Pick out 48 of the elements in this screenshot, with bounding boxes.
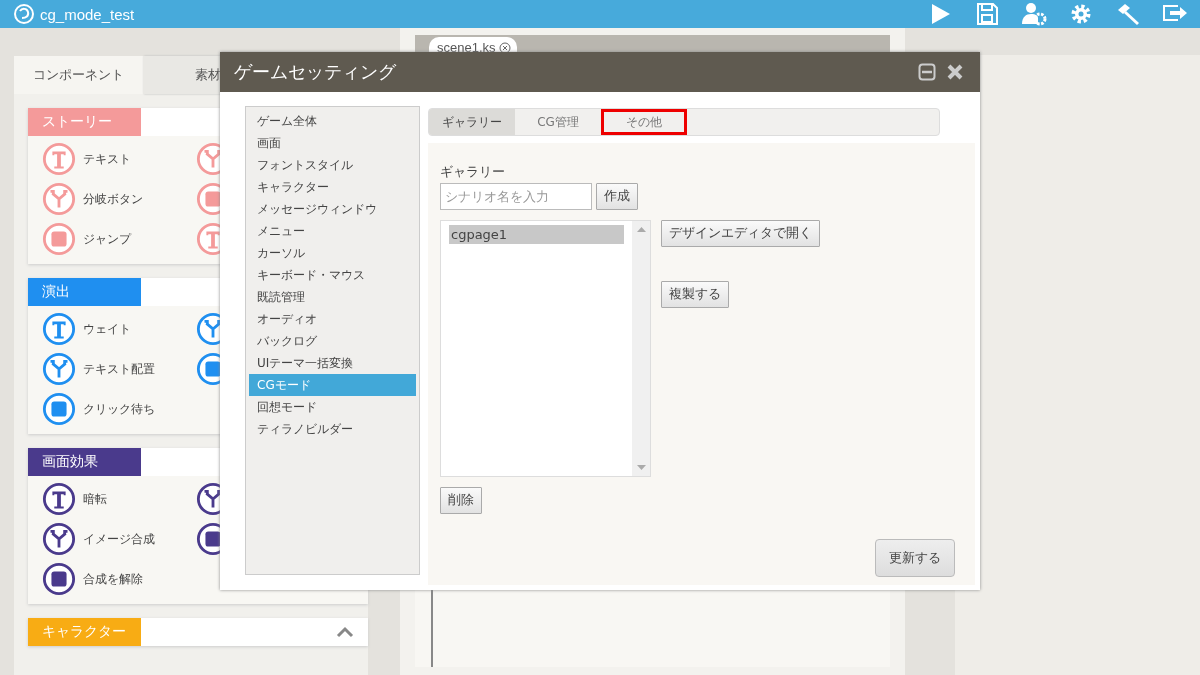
project-title: cg_mode_test (40, 5, 135, 23)
settings-tab[interactable]: その他 (601, 109, 687, 135)
menu-item[interactable]: 回想モード (249, 396, 416, 418)
menu-item[interactable]: 画面 (249, 132, 416, 154)
round-icon[interactable] (42, 562, 76, 596)
section-title[interactable]: 画面効果 (28, 448, 141, 476)
section-heading: ギャラリー (440, 163, 506, 181)
settings-tab[interactable]: ギャラリー (429, 109, 515, 135)
menu-item[interactable]: キャラクター (249, 176, 416, 198)
scroll-up-icon[interactable] (636, 227, 646, 232)
menu-item[interactable]: UIテーマ一括変換 (249, 352, 416, 374)
component-label[interactable]: 分岐ボタン (83, 190, 143, 208)
component-label[interactable]: ジャンプ (83, 230, 131, 248)
component-label[interactable]: イメージ合成 (83, 530, 155, 548)
minimize-icon[interactable] (918, 63, 936, 81)
menu-item[interactable]: メニュー (249, 220, 416, 242)
component-label[interactable]: テキスト (83, 150, 131, 168)
menu-item[interactable]: カーソル (249, 242, 416, 264)
component-label[interactable]: 暗転 (83, 490, 107, 508)
component-label[interactable]: クリック待ち (83, 400, 155, 418)
component-label[interactable]: テキスト配置 (83, 360, 155, 378)
menu-item[interactable]: キーボード・マウス (249, 264, 416, 286)
close-icon[interactable] (498, 41, 511, 54)
round-icon[interactable] (42, 482, 76, 516)
menu-item[interactable]: フォントスタイル (249, 154, 416, 176)
menu-item[interactable]: バックログ (249, 330, 416, 352)
scroll-down-icon[interactable] (636, 465, 646, 470)
create-button[interactable]: 作成 (596, 183, 638, 210)
duplicate-button[interactable]: 複製する (661, 281, 729, 308)
chevron-up-icon[interactable] (336, 626, 354, 638)
menu-item[interactable]: 既読管理 (249, 286, 416, 308)
round-icon[interactable] (42, 522, 76, 556)
update-button[interactable]: 更新する (875, 539, 955, 577)
user-gear-icon[interactable] (1021, 2, 1047, 26)
logo-icon (14, 4, 34, 24)
menu-item[interactable]: ティラノビルダー (249, 418, 416, 440)
menu-item[interactable]: ゲーム全体 (249, 110, 416, 132)
menu-item[interactable]: メッセージウィンドウ (249, 198, 416, 220)
page-item[interactable]: cgpage1 (449, 225, 624, 244)
component-label[interactable]: 合成を解除 (83, 570, 143, 588)
delete-button[interactable]: 削除 (440, 487, 482, 514)
component-label[interactable]: ウェイト (83, 320, 131, 338)
panel-tab[interactable]: コンポーネント (14, 56, 143, 94)
open-editor-button[interactable]: デザインエディタで開く (661, 220, 820, 247)
settings-tab[interactable]: CG管理 (515, 109, 601, 135)
save-icon[interactable] (974, 2, 1000, 26)
scenario-name-field[interactable]: シナリオ名を入力 (440, 183, 592, 210)
menu-item[interactable]: オーディオ (249, 308, 416, 330)
